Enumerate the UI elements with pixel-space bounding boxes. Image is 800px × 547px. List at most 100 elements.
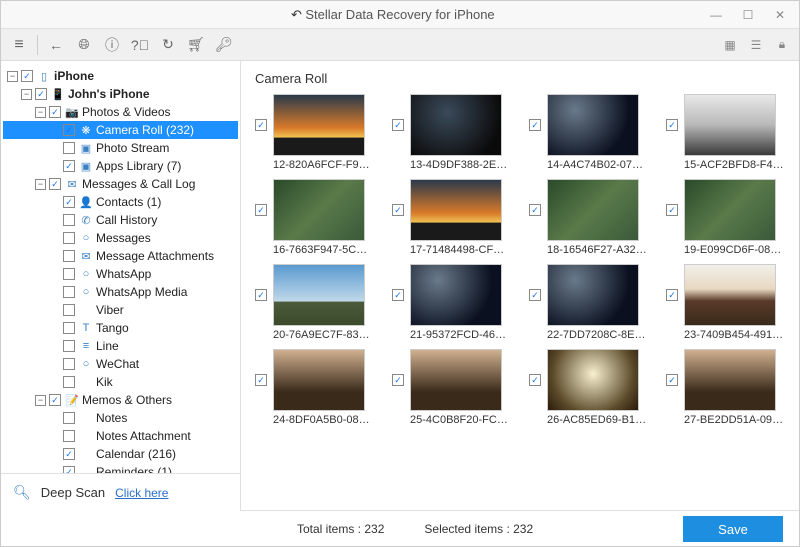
thumbnail-checkbox[interactable]: ✓ [666,119,678,131]
deep-scan-link[interactable]: Click here [115,486,168,500]
help-icon[interactable]: ?⃝ [128,33,152,57]
checkbox[interactable] [63,340,75,352]
expand-toggle[interactable]: − [21,89,32,100]
tree-item[interactable]: −✓📱John's iPhone [3,85,238,103]
thumbnail-grid-scroll[interactable]: ✓12-820A6FCF-F979-4C...✓13-4D9DF388-2EB2… [241,90,799,510]
thumbnail-item[interactable]: ✓20-76A9EC7F-83A7-40... [255,264,382,341]
thumbnail-item[interactable]: ✓15-ACF2BFD8-F4F2-49... [666,94,793,171]
thumbnail-item[interactable]: ✓13-4D9DF388-2EB2-4... [392,94,519,171]
tree-item[interactable]: Kik [3,373,238,391]
minimize-button[interactable]: — [701,4,731,26]
thumbnail-checkbox[interactable]: ✓ [666,374,678,386]
lock-icon[interactable]: 🔒︎ [772,35,792,55]
thumbnail-item[interactable]: ✓19-E099CD6F-08FB-44... [666,179,793,256]
thumbnail-checkbox[interactable]: ✓ [666,204,678,216]
list-view-button[interactable]: ☰ [746,35,766,55]
thumbnail-image[interactable] [273,264,365,326]
thumbnail-item[interactable]: ✓25-4C0B8F20-FC1C-49... [392,349,519,426]
thumbnail-image[interactable] [684,349,776,411]
checkbox[interactable] [63,412,75,424]
thumbnail-item[interactable]: ✓16-7663F947-5C5C-4... [255,179,382,256]
thumbnail-checkbox[interactable]: ✓ [255,289,267,301]
tree-item[interactable]: Notes Attachment [3,427,238,445]
info-icon[interactable]: ⓘ [100,33,124,57]
thumbnail-item[interactable]: ✓26-AC85ED69-B184-4... [529,349,656,426]
checkbox[interactable]: ✓ [63,160,75,172]
thumbnail-image[interactable] [547,264,639,326]
save-button[interactable]: Save [683,516,783,542]
thumbnail-image[interactable] [410,94,502,156]
thumbnail-image[interactable] [684,264,776,326]
thumbnail-image[interactable] [547,349,639,411]
checkbox[interactable]: ✓ [63,196,75,208]
checkbox[interactable] [63,142,75,154]
thumbnail-checkbox[interactable]: ✓ [392,119,404,131]
thumbnail-checkbox[interactable]: ✓ [255,374,267,386]
thumbnail-image[interactable] [410,179,502,241]
tree-item[interactable]: ✓❋Camera Roll (232) [3,121,238,139]
tree-item[interactable]: ▣Photo Stream [3,139,238,157]
thumbnail-item[interactable]: ✓21-95372FCD-4674-4... [392,264,519,341]
thumbnail-image[interactable] [684,94,776,156]
back-button[interactable]: ← [44,33,68,57]
thumbnail-checkbox[interactable]: ✓ [529,289,541,301]
globe-icon[interactable]: 🌐︎ [72,33,96,57]
tree-item[interactable]: ○WhatsApp Media [3,283,238,301]
tree-item[interactable]: ○WeChat [3,355,238,373]
checkbox[interactable]: ✓ [21,70,33,82]
refresh-icon[interactable]: ↻ [156,33,180,57]
thumbnail-item[interactable]: ✓17-71484498-CF66-4... [392,179,519,256]
checkbox[interactable]: ✓ [63,448,75,460]
checkbox[interactable] [63,358,75,370]
expand-toggle[interactable]: − [35,179,46,190]
tree-item[interactable]: Notes [3,409,238,427]
thumbnail-image[interactable] [410,349,502,411]
thumbnail-checkbox[interactable]: ✓ [392,289,404,301]
expand-toggle[interactable]: − [35,395,46,406]
checkbox[interactable] [63,214,75,226]
maximize-button[interactable]: ☐ [733,4,763,26]
thumbnail-checkbox[interactable]: ✓ [529,374,541,386]
thumbnail-image[interactable] [547,94,639,156]
checkbox[interactable]: ✓ [49,106,61,118]
tree-item[interactable]: ○Messages [3,229,238,247]
tree-item[interactable]: −✓✉Messages & Call Log [3,175,238,193]
checkbox[interactable] [63,304,75,316]
close-button[interactable]: ✕ [765,4,795,26]
checkbox[interactable] [63,376,75,388]
thumbnail-image[interactable] [547,179,639,241]
checkbox[interactable] [63,286,75,298]
tree-item[interactable]: ✓Calendar (216) [3,445,238,463]
thumbnail-checkbox[interactable]: ✓ [255,204,267,216]
tree-item[interactable]: Viber [3,301,238,319]
thumbnail-checkbox[interactable]: ✓ [529,119,541,131]
checkbox[interactable] [63,250,75,262]
thumbnail-image[interactable] [273,179,365,241]
thumbnail-image[interactable] [684,179,776,241]
checkbox[interactable] [63,268,75,280]
thumbnail-image[interactable] [273,349,365,411]
thumbnail-image[interactable] [273,94,365,156]
tree-item[interactable]: ○WhatsApp [3,265,238,283]
tree-item[interactable]: TTango [3,319,238,337]
checkbox[interactable]: ✓ [35,88,47,100]
tree-item[interactable]: ✓👤Contacts (1) [3,193,238,211]
thumbnail-checkbox[interactable]: ✓ [666,289,678,301]
expand-toggle[interactable]: − [35,107,46,118]
thumbnail-item[interactable]: ✓27-BE2DD51A-0956-4... [666,349,793,426]
thumbnail-item[interactable]: ✓24-8DF0A5B0-08A7-4... [255,349,382,426]
checkbox[interactable]: ✓ [49,394,61,406]
checkbox[interactable] [63,232,75,244]
grid-view-button[interactable]: ▦ [720,35,740,55]
tree-item[interactable]: −✓▯iPhone [3,67,238,85]
expand-toggle[interactable]: − [7,71,18,82]
thumbnail-item[interactable]: ✓18-16546F27-A32A-4E... [529,179,656,256]
checkbox[interactable]: ✓ [63,124,75,136]
thumbnail-item[interactable]: ✓14-A4C74B02-0772-48... [529,94,656,171]
tree-item[interactable]: ✓▣Apps Library (7) [3,157,238,175]
tree-item[interactable]: −✓📷Photos & Videos [3,103,238,121]
thumbnail-checkbox[interactable]: ✓ [392,374,404,386]
thumbnail-image[interactable] [410,264,502,326]
thumbnail-checkbox[interactable]: ✓ [392,204,404,216]
tree-item[interactable]: ✓Reminders (1) [3,463,238,473]
